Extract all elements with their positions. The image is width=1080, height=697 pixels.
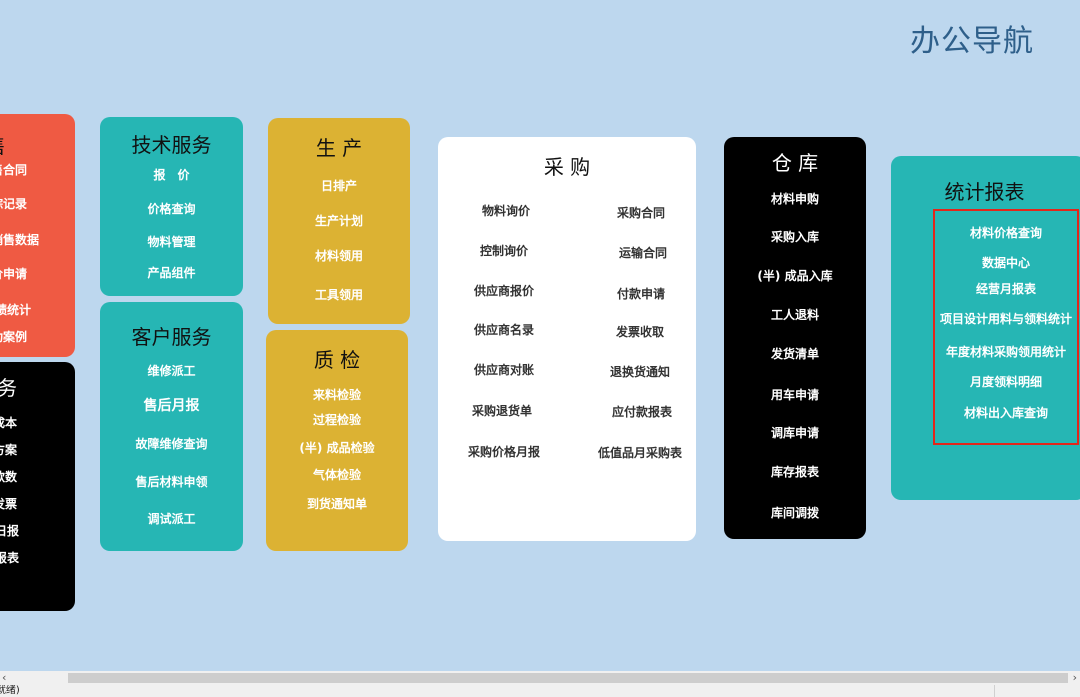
customer-service-item[interactable]: 售后材料申领: [100, 473, 243, 490]
stats-report-title: 统计报表: [944, 180, 1025, 204]
finance-item[interactable]: 报表: [0, 549, 19, 566]
horizontal-scrollbar[interactable]: ‹ ›: [0, 671, 1080, 685]
sales-item[interactable]: 报价申请: [0, 265, 27, 282]
stats-item[interactable]: 月度领料明细: [935, 373, 1077, 390]
tech-service-item[interactable]: 报 价: [100, 166, 243, 183]
customer-service-item[interactable]: 故障维修查询: [100, 435, 243, 452]
sales-item[interactable]: 业绩统计: [0, 301, 31, 318]
customer-service-item[interactable]: 维修派工: [100, 362, 243, 379]
warehouse-item[interactable]: 用车申请: [724, 386, 866, 403]
stats-item[interactable]: 材料出入库查询: [935, 404, 1077, 421]
purchase-item[interactable]: 控制询价: [480, 242, 528, 259]
finance-item[interactable]: 方案: [0, 441, 17, 458]
tech-service-item[interactable]: 价格查询: [100, 200, 243, 217]
purchase-title: 采 购: [543, 155, 591, 179]
stats-item[interactable]: 项目设计用料与领料统计: [929, 310, 1080, 327]
scroll-right-icon[interactable]: ›: [1073, 671, 1077, 685]
purchase-item[interactable]: 物料询价: [482, 202, 530, 219]
highlight-box: 材料价格查询 数据中心 经营月报表 项目设计用料与领料统计 年度材料采购领用统计…: [933, 209, 1079, 445]
warehouse-item[interactable]: 工人退料: [724, 306, 866, 323]
status-bar: (就绪): [0, 685, 1080, 697]
warehouse-item[interactable]: 调库申请: [724, 424, 866, 441]
purchase-item[interactable]: 采购合同: [617, 204, 665, 221]
quality-item[interactable]: 来料检验: [266, 386, 408, 403]
finance-item[interactable]: 款数: [0, 468, 17, 485]
warehouse-item[interactable]: (半) 成品入库: [724, 267, 866, 284]
finance-card: 财 务 成本 方案 款数 发票 日报 报表: [0, 362, 75, 611]
purchase-item[interactable]: 退换货通知: [610, 363, 670, 380]
customer-service-item[interactable]: 调试派工: [100, 510, 243, 527]
status-separator: [994, 685, 995, 697]
purchase-item[interactable]: 付款申请: [617, 285, 665, 302]
purchase-item[interactable]: 供应商报价: [474, 282, 534, 299]
warehouse-item[interactable]: 材料申购: [724, 190, 866, 207]
sales-item[interactable]: 销售合同: [0, 161, 27, 178]
purchase-item[interactable]: 运输合同: [619, 244, 667, 261]
sales-item[interactable]: 跟踪记录: [0, 195, 27, 212]
sales-item[interactable]: 成功案例: [0, 328, 27, 345]
production-item[interactable]: 工具领用: [268, 286, 410, 303]
sales-title: 销 售: [0, 130, 75, 159]
warehouse-card: 仓 库 材料申购 采购入库 (半) 成品入库 工人退料 发货清单 用车申请 调库…: [724, 137, 866, 539]
finance-item[interactable]: 成本: [0, 414, 17, 431]
purchase-item[interactable]: 供应商对账: [474, 361, 534, 378]
page-title: 办公导航: [910, 24, 1034, 59]
quality-title: 质 检: [313, 348, 361, 372]
stats-item[interactable]: 经营月报表: [935, 280, 1077, 297]
warehouse-title: 仓 库: [771, 151, 819, 175]
status-text: (就绪): [0, 685, 20, 696]
finance-item[interactable]: 日报: [0, 522, 19, 539]
sales-item[interactable]: 销售数据: [0, 231, 39, 248]
quality-item[interactable]: (半) 成品检验: [266, 439, 408, 456]
tech-service-title: 技术服务: [131, 133, 212, 157]
finance-item[interactable]: 发票: [0, 495, 17, 512]
stats-item[interactable]: 材料价格查询: [935, 224, 1077, 241]
tech-service-item[interactable]: 物料管理: [100, 233, 243, 250]
stats-item[interactable]: 数据中心: [935, 254, 1077, 271]
production-card: 生 产 日排产 生产计划 材料领用 工具领用: [268, 118, 410, 324]
scroll-left-icon[interactable]: ‹: [2, 671, 6, 685]
quality-item[interactable]: 过程检验: [266, 411, 408, 428]
production-item[interactable]: 日排产: [268, 177, 410, 194]
stats-report-card: 统计报表 材料价格查询 数据中心 经营月报表 项目设计用料与领料统计 年度材料采…: [891, 156, 1080, 500]
production-title: 生 产: [315, 136, 363, 160]
scrollbar-thumb[interactable]: [68, 673, 1068, 683]
quality-item[interactable]: 到货通知单: [266, 495, 408, 512]
warehouse-item[interactable]: 库间调拨: [724, 504, 866, 521]
tech-service-item[interactable]: 产品组件: [100, 264, 243, 281]
purchase-item[interactable]: 低值品月采购表: [598, 444, 682, 461]
purchase-item[interactable]: 采购价格月报: [468, 443, 540, 460]
purchase-item[interactable]: 采购退货单: [472, 402, 532, 419]
production-item[interactable]: 生产计划: [268, 212, 410, 229]
quality-card: 质 检 来料检验 过程检验 (半) 成品检验 气体检验 到货通知单: [266, 330, 408, 551]
purchase-item[interactable]: 发票收取: [616, 323, 664, 340]
purchase-item[interactable]: 应付款报表: [612, 403, 672, 420]
quality-item[interactable]: 气体检验: [266, 466, 408, 483]
sales-card: 销 售 销售合同 跟踪记录 销售数据 报价申请 业绩统计 成功案例: [0, 114, 75, 357]
customer-service-card: 客户服务 维修派工 售后月报 故障维修查询 售后材料申领 调试派工: [100, 302, 243, 551]
finance-title: 财 务: [0, 376, 17, 400]
warehouse-item[interactable]: 采购入库: [724, 228, 866, 245]
tech-service-card: 技术服务 报 价 价格查询 物料管理 产品组件: [100, 117, 243, 296]
customer-service-title: 客户服务: [131, 325, 212, 349]
purchase-item[interactable]: 供应商名录: [474, 321, 534, 338]
warehouse-item[interactable]: 库存报表: [724, 463, 866, 480]
stats-item[interactable]: 年度材料采购领用统计: [935, 343, 1077, 360]
customer-service-item[interactable]: 售后月报: [100, 395, 243, 415]
production-item[interactable]: 材料领用: [268, 247, 410, 264]
purchase-card: 采 购 物料询价 控制询价 供应商报价 供应商名录 供应商对账 采购退货单 采购…: [438, 137, 696, 541]
warehouse-item[interactable]: 发货清单: [724, 345, 866, 362]
